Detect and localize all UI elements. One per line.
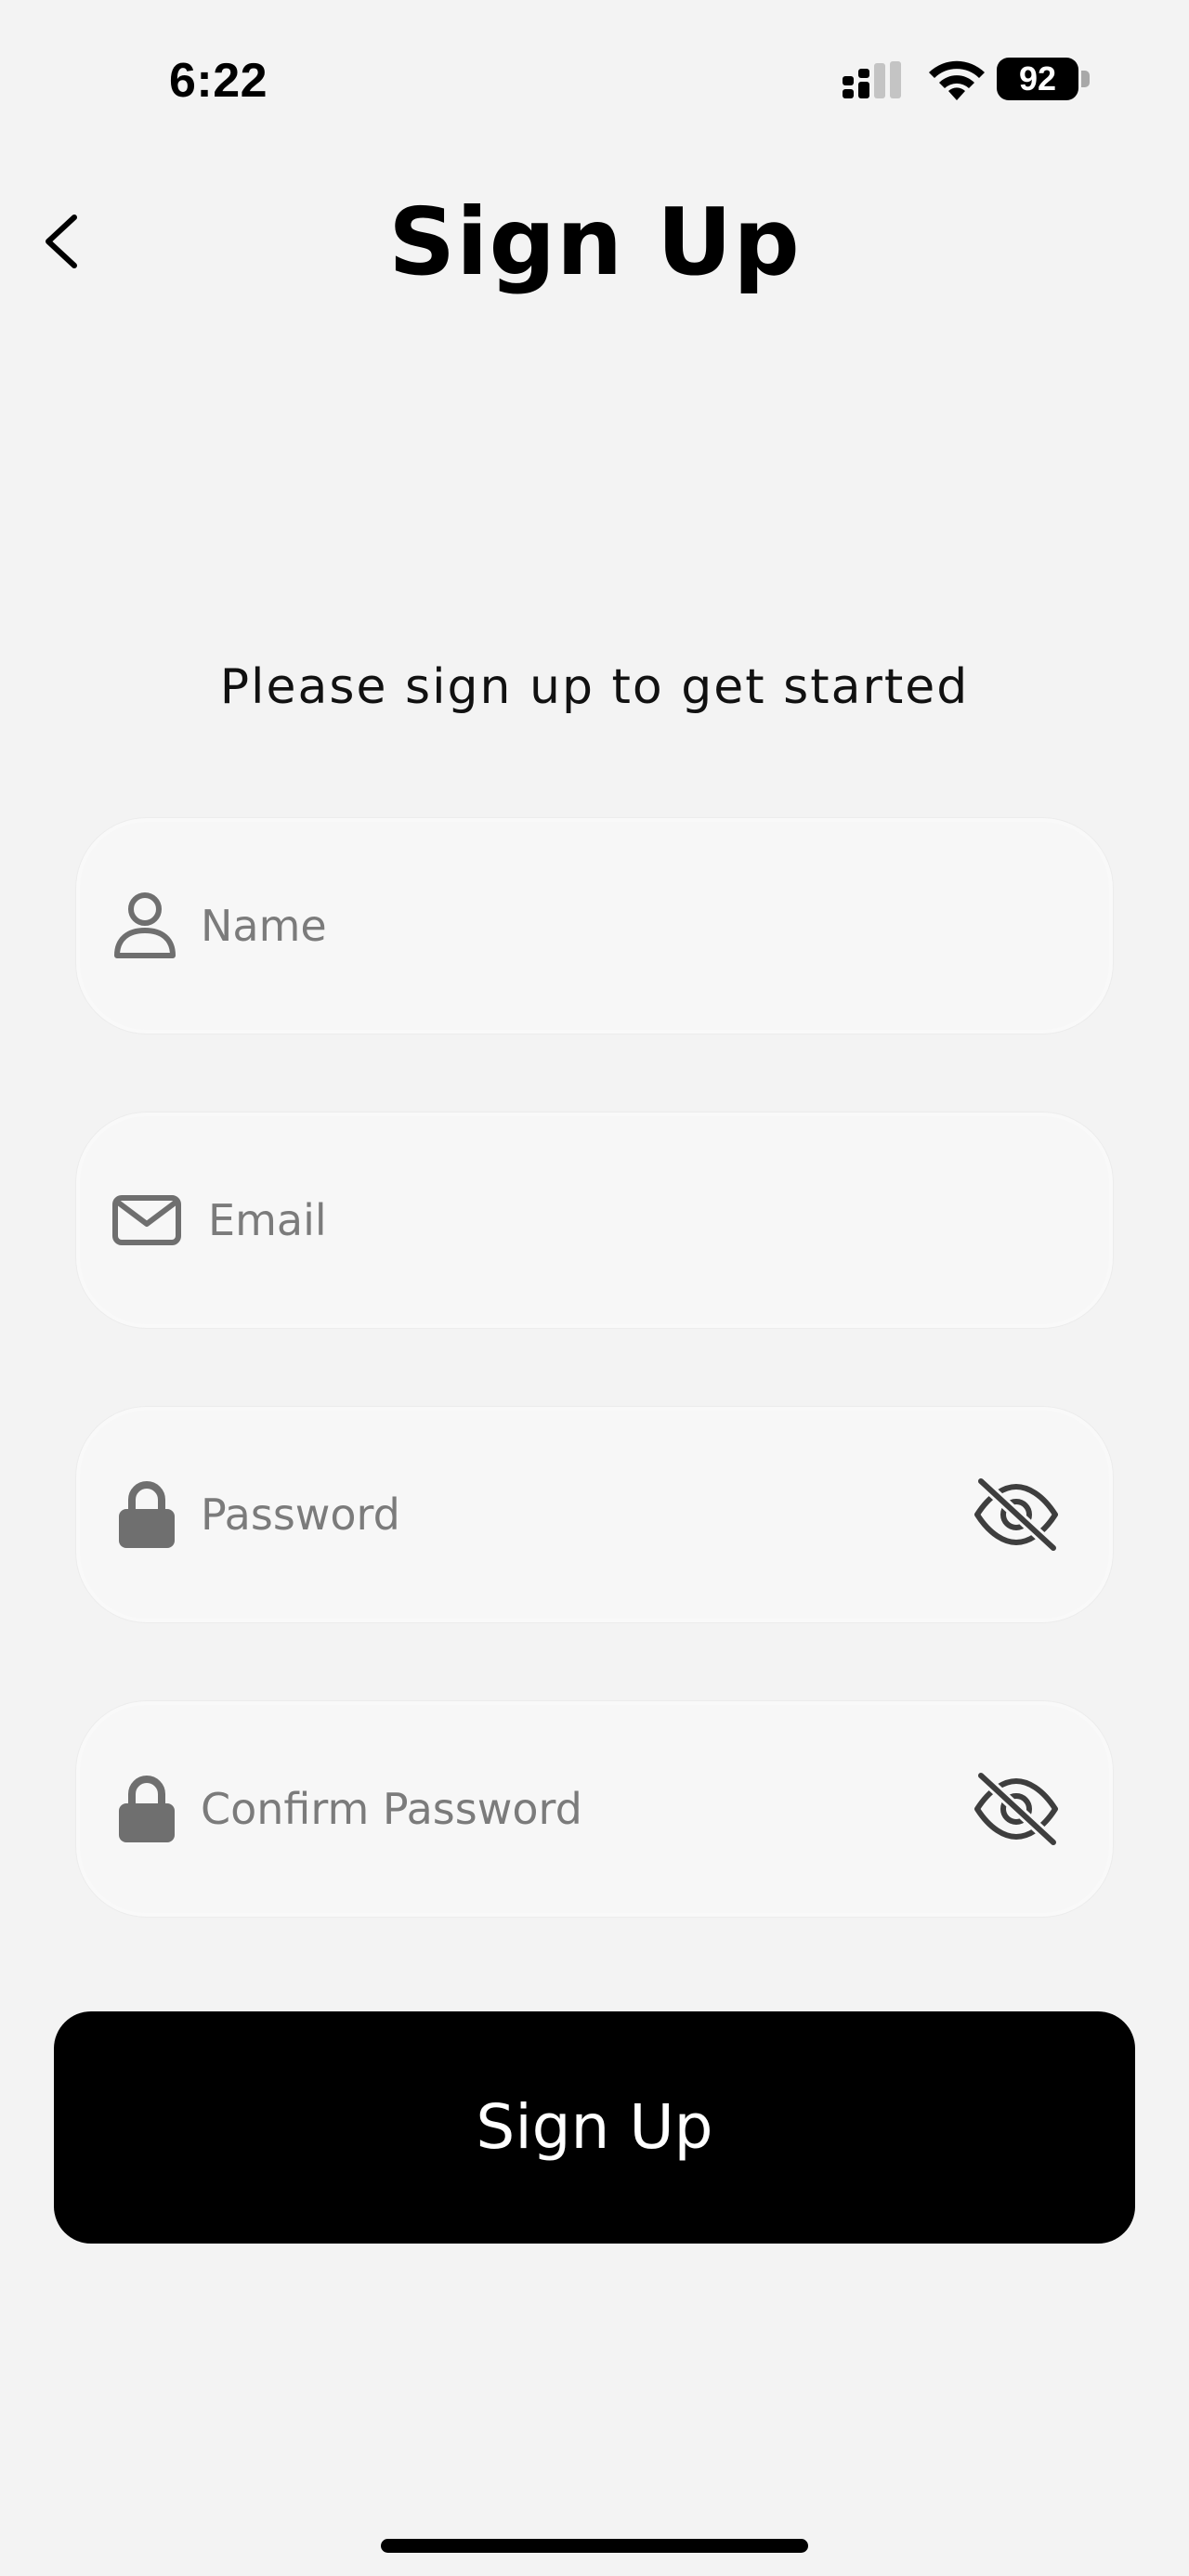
cellular-signal-icon	[843, 61, 901, 98]
password-field-container	[76, 1407, 1113, 1622]
battery-level: 92	[997, 58, 1078, 100]
eye-off-icon[interactable]	[972, 1476, 1061, 1554]
name-input[interactable]	[201, 874, 907, 978]
password-input[interactable]	[201, 1463, 907, 1567]
status-time: 6:22	[169, 54, 268, 108]
wifi-icon	[929, 60, 985, 100]
battery-tip	[1081, 71, 1090, 87]
status-indicators: 92	[841, 54, 1091, 106]
home-indicator[interactable]	[381, 2539, 808, 2553]
page-title: Sign Up	[388, 188, 801, 296]
mail-icon	[112, 1195, 181, 1245]
lock-icon	[119, 1776, 175, 1842]
email-input[interactable]	[208, 1168, 914, 1272]
lock-icon	[119, 1481, 175, 1548]
signup-subtitle: Please sign up to get started	[219, 659, 970, 715]
name-field-container	[76, 818, 1113, 1034]
eye-off-icon[interactable]	[972, 1770, 1061, 1848]
email-field-container	[76, 1112, 1113, 1328]
confirm-password-input[interactable]	[201, 1757, 907, 1861]
confirm-password-field-container	[76, 1701, 1113, 1917]
signup-button[interactable]: Sign Up	[54, 2011, 1135, 2244]
user-icon	[114, 892, 176, 958]
